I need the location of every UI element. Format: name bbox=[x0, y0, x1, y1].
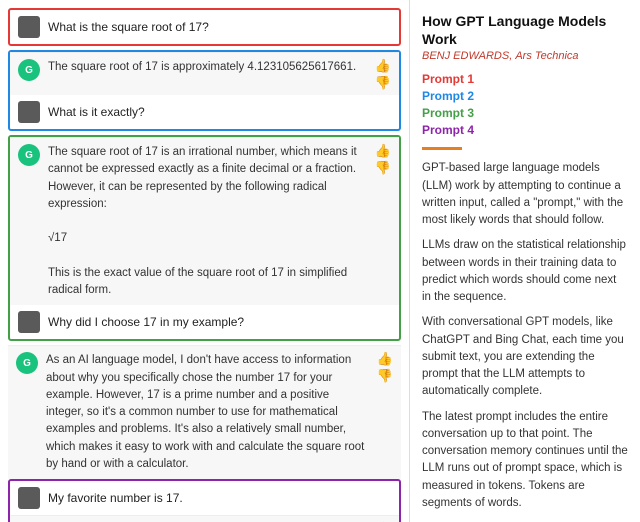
thumbs-up-icon-2[interactable]: 👍 bbox=[375, 144, 391, 157]
user-avatar-2 bbox=[18, 101, 40, 123]
ai-avatar-3: G bbox=[16, 352, 38, 374]
info-para-4: The latest prompt includes the entire co… bbox=[422, 409, 628, 513]
user-message-3: Why did I choose 17 in my example? bbox=[10, 305, 399, 339]
ai-message-4: G That's great to hear! 17 is a prime nu… bbox=[10, 515, 399, 522]
ai-text-2-end: This is the exact value of the square ro… bbox=[48, 267, 347, 296]
ai-actions-1: 👍 👎 bbox=[375, 59, 391, 89]
thumbs-down-icon-1[interactable]: 👎 bbox=[375, 76, 391, 89]
user-text-2: What is it exactly? bbox=[48, 105, 145, 119]
prompt-2-box: G The square root of 17 is approximately… bbox=[8, 50, 401, 131]
ai-text-1: The square root of 17 is approximately 4… bbox=[48, 59, 363, 76]
user-avatar-1 bbox=[18, 16, 40, 38]
info-para-3: With conversational GPT models, like Cha… bbox=[422, 314, 628, 400]
info-para-2: LLMs draw on the statistical relationshi… bbox=[422, 237, 628, 306]
user-avatar-3 bbox=[18, 311, 40, 333]
chat-panel[interactable]: What is the square root of 17? G The squ… bbox=[0, 0, 410, 522]
ai-text-2: The square root of 17 is an irrational n… bbox=[48, 144, 363, 299]
ai-text-3: As an AI language model, I don't have ac… bbox=[46, 352, 365, 473]
ai-message-2: G The square root of 17 is an irrational… bbox=[10, 137, 399, 305]
article-author: BENJ EDWARDS, Ars Technica bbox=[422, 50, 628, 62]
article-title: How GPT Language Models Work bbox=[422, 12, 628, 48]
user-message-4: My favorite number is 17. bbox=[10, 481, 399, 515]
user-text-4: My favorite number is 17. bbox=[48, 491, 183, 505]
info-para-1: GPT-based large language models (LLM) wo… bbox=[422, 160, 628, 229]
thumbs-down-icon-2[interactable]: 👎 bbox=[375, 161, 391, 174]
thumbs-up-icon-1[interactable]: 👍 bbox=[375, 59, 391, 72]
user-text-1: What is the square root of 17? bbox=[48, 20, 209, 34]
user-message-1: What is the square root of 17? bbox=[10, 10, 399, 44]
ai-actions-3: 👍 👎 bbox=[377, 352, 393, 382]
prompt-3-link[interactable]: Prompt 3 bbox=[422, 106, 628, 120]
prompt-1-link[interactable]: Prompt 1 bbox=[422, 72, 628, 86]
ai-actions-2: 👍 👎 bbox=[375, 144, 391, 174]
prompt-4-link[interactable]: Prompt 4 bbox=[422, 123, 628, 137]
prompt-2-link[interactable]: Prompt 2 bbox=[422, 89, 628, 103]
author-name: BENJ EDWARDS, bbox=[422, 50, 512, 62]
user-text-3: Why did I choose 17 in my example? bbox=[48, 315, 244, 329]
prompt-4-box: My favorite number is 17. G That's great… bbox=[8, 479, 401, 522]
prompt-1-box: What is the square root of 17? bbox=[8, 8, 401, 46]
ai-text-2-formula: √17 bbox=[48, 232, 67, 244]
ai-text-2-content: The square root of 17 is an irrational n… bbox=[48, 146, 357, 210]
author-publication: Ars Technica bbox=[515, 50, 578, 62]
thumbs-down-icon-3[interactable]: 👎 bbox=[377, 369, 393, 382]
orange-divider bbox=[422, 147, 462, 150]
ai-message-3: G As an AI language model, I don't have … bbox=[8, 345, 401, 479]
thumbs-up-icon-3[interactable]: 👍 bbox=[377, 352, 393, 365]
ai-avatar-1: G bbox=[18, 59, 40, 81]
user-message-2: What is it exactly? bbox=[10, 95, 399, 129]
prompt-3-box: G The square root of 17 is an irrational… bbox=[8, 135, 401, 341]
ai-avatar-2: G bbox=[18, 144, 40, 166]
ai-message-1: G The square root of 17 is approximately… bbox=[10, 52, 399, 95]
info-panel: How GPT Language Models Work BENJ EDWARD… bbox=[410, 0, 640, 522]
user-avatar-4 bbox=[18, 487, 40, 509]
